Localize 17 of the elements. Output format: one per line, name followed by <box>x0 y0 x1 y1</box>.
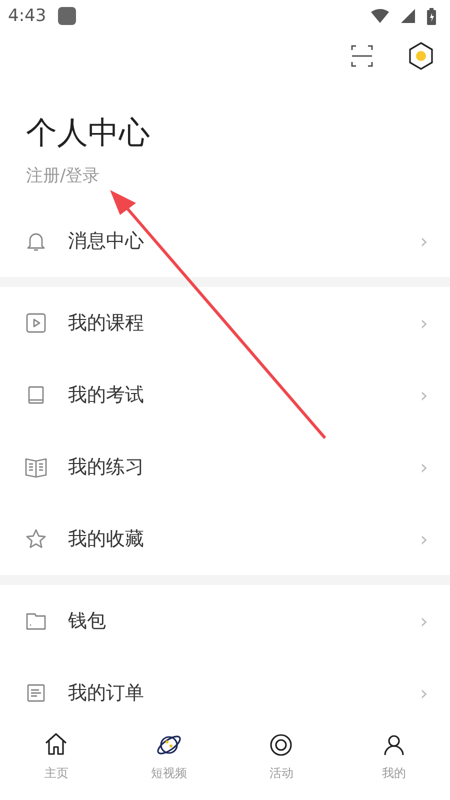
menu-row[interactable]: 消息中心 › <box>0 205 450 277</box>
notification-icon <box>58 7 76 25</box>
menu-row[interactable]: 我的订单 › <box>0 657 450 725</box>
menu-row[interactable]: 我的考试 › <box>0 359 450 431</box>
hexagon-icon[interactable] <box>408 42 434 70</box>
menu-row[interactable]: 钱包 › <box>0 585 450 657</box>
battery-icon <box>427 8 436 24</box>
menu-row[interactable]: 我的课程 › <box>0 287 450 359</box>
signal-icon <box>401 9 415 23</box>
scan-icon[interactable] <box>350 44 374 68</box>
menu-row[interactable]: 我的收藏 › <box>0 503 450 575</box>
star-icon <box>24 527 48 551</box>
menu-row[interactable]: 我的练习 › <box>0 431 450 503</box>
play-icon <box>24 311 48 335</box>
wifi-icon <box>371 9 389 23</box>
page-title: 个人中心 <box>26 114 150 153</box>
status-time: 4:43 <box>8 6 46 26</box>
